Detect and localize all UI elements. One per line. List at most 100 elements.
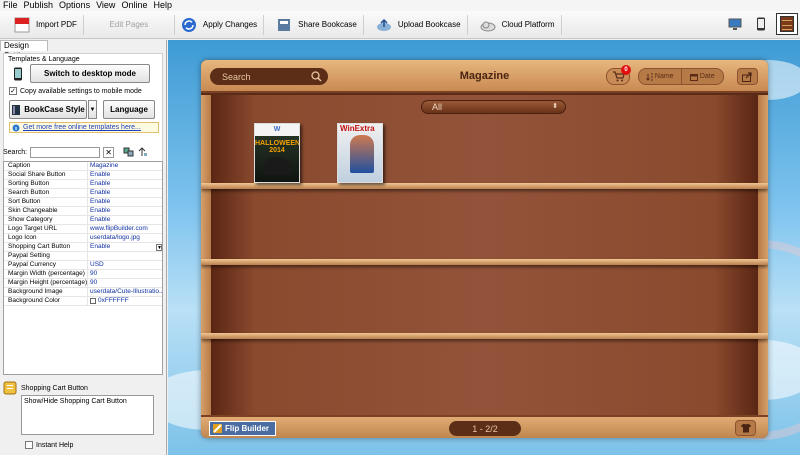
templates-language-group: Templates & Language Switch to desktop m… [3, 53, 163, 178]
import-pdf-button[interactable]: Import PDF [0, 13, 83, 37]
copy-settings-checkbox[interactable]: ✓ Copy available settings to mobile mode [9, 87, 142, 95]
prop-key: Sort Button [4, 198, 88, 206]
prop-row[interactable]: Background Image userdata/Cute-Illustrati… [4, 288, 162, 297]
category-select[interactable]: All ⬍ [421, 100, 566, 114]
apply-changes-button[interactable]: Apply Changes [175, 13, 263, 37]
prop-row[interactable]: Paypal Currency USD [4, 261, 162, 270]
prop-value[interactable]: Enable [88, 189, 162, 197]
prop-row[interactable]: Shopping Cart Button Enable ▼ [4, 243, 162, 252]
prop-value[interactable]: www.flipBuilder.com [88, 225, 162, 233]
book-cover[interactable]: W HALLOWEEN 2014 [254, 123, 300, 183]
search-icon[interactable] [311, 71, 322, 82]
switch-to-desktop-button[interactable]: Switch to desktop mode [14, 64, 150, 83]
prop-value[interactable]: userdata/Cute-Illustratio... [88, 288, 162, 296]
shelf [201, 183, 768, 189]
share-button[interactable] [737, 68, 758, 85]
prop-value[interactable]: 90 [88, 279, 162, 287]
clear-search-button[interactable]: ✕ [103, 146, 115, 158]
expand-all-icon[interactable] [123, 147, 134, 157]
phone-icon [757, 17, 765, 31]
menu-options[interactable]: Options [56, 0, 93, 11]
bookcase: Magazine Search 0 Name Date All ⬍ W HALL… [201, 60, 768, 438]
flip-builder-logo[interactable]: Flip Builder [209, 421, 276, 436]
prop-row[interactable]: Social Share Button Enable [4, 171, 162, 180]
cloud-icon [480, 21, 496, 31]
edit-pages-button[interactable]: Edit Pages [84, 13, 174, 37]
prop-value[interactable]: Enable [88, 198, 162, 206]
book-icon [12, 104, 21, 115]
prop-row[interactable]: Logo Icon userdata/logo.jpg [4, 234, 162, 243]
prop-value[interactable]: Enable [88, 207, 162, 215]
more-templates-link[interactable]: Get more free online templates here... [23, 124, 141, 131]
bookcase-style-dropdown[interactable]: ▼ [88, 100, 97, 119]
prop-row[interactable]: Caption Magazine [4, 162, 162, 171]
bookcase-mode-button[interactable] [776, 13, 798, 35]
prop-value[interactable]: userdata/logo.jpg [88, 234, 162, 242]
menu-file[interactable]: File [0, 0, 21, 11]
prop-value[interactable]: Enable [88, 180, 162, 188]
menu-view[interactable]: View [93, 0, 118, 11]
tab-design-settings[interactable]: Design Settings [0, 40, 48, 60]
prop-value[interactable] [88, 252, 162, 260]
bookcase-preview: Magazine Search 0 Name Date All ⬍ W HALL… [168, 40, 800, 455]
prop-row[interactable]: Margin Width (percentage) 90 [4, 270, 162, 279]
prop-key: Shopping Cart Button [4, 243, 88, 251]
property-grid: Caption Magazine Social Share Button Enabl… [3, 161, 163, 375]
upload-bookcase-button[interactable]: Upload Bookcase [364, 13, 467, 37]
bookcase-style-button[interactable]: BookCase Style [9, 100, 87, 119]
prop-value[interactable]: Enable [88, 216, 162, 224]
prop-key: Skin Changeable [4, 207, 88, 215]
prop-value[interactable]: Magazine [88, 162, 162, 170]
instant-help-checkbox[interactable]: Instant Help [25, 441, 73, 449]
prop-value-color[interactable]: 0xFFFFFF [88, 297, 162, 305]
prop-row[interactable]: Margin Height (percentage) 90 [4, 279, 162, 288]
checkbox-box: ✓ [9, 87, 17, 95]
prop-key: Background Color [4, 297, 88, 305]
checkbox-box [25, 441, 33, 449]
cloud-platform-button[interactable]: Cloud Platform [468, 13, 561, 37]
sort-by-date-button[interactable]: Date [682, 69, 724, 84]
prop-value[interactable]: Enable [88, 171, 162, 179]
color-swatch[interactable] [90, 298, 96, 304]
menu-publish[interactable]: Publish [21, 0, 57, 11]
page-indicator[interactable]: 1 - 2/2 [449, 421, 521, 436]
desktop-mode-button[interactable] [724, 13, 746, 35]
import-pdf-label: Import PDF [36, 20, 77, 29]
bookcase-side-right [758, 95, 768, 415]
prop-value[interactable]: USD [88, 261, 162, 269]
prop-value[interactable]: 90 [88, 270, 162, 278]
prop-row[interactable]: Sort Button Enable [4, 198, 162, 207]
menu-online[interactable]: Online [118, 0, 150, 11]
prop-row[interactable]: Search Button Enable [4, 189, 162, 198]
prop-value-select[interactable]: Enable ▼ [88, 243, 162, 251]
prop-row[interactable]: Show Category Enable [4, 216, 162, 225]
sort-by-name-button[interactable]: Name [639, 69, 682, 84]
prop-row[interactable]: Logo Target URL www.flipBuilder.com [4, 225, 162, 234]
prop-row[interactable]: Skin Changeable Enable [4, 207, 162, 216]
book-cover-title: HALLOWEEN 2014 [255, 140, 300, 154]
bookcase-search-input[interactable]: Search [210, 68, 328, 85]
book-cover[interactable]: WinExtra [337, 123, 383, 183]
view-mode-group [724, 13, 798, 35]
sort-button-group: Name Date [638, 68, 724, 85]
share-icon [278, 18, 291, 31]
collapse-all-icon[interactable] [137, 147, 148, 157]
bookcase-side-left [201, 95, 211, 415]
copy-settings-label: Copy available settings to mobile mode [20, 87, 142, 95]
toolbar-separator [560, 14, 562, 35]
dropdown-arrow-icon: ▼ [89, 106, 96, 113]
skin-change-button[interactable] [735, 420, 756, 436]
logo-text: Flip Builder [225, 424, 269, 433]
prop-row[interactable]: Sorting Button Enable [4, 180, 162, 189]
share-bookcase-button[interactable]: Share Bookcase [264, 13, 363, 37]
book-cover-illustration [350, 135, 374, 173]
dropdown-arrow-icon[interactable]: ▼ [156, 243, 162, 251]
language-button[interactable]: Language [103, 100, 155, 119]
menu-help[interactable]: Help [150, 0, 175, 11]
property-search-input[interactable] [30, 146, 101, 158]
prop-row[interactable]: Paypal Setting [4, 252, 162, 261]
prop-row[interactable]: Background Color 0xFFFFFF [4, 297, 162, 306]
mobile-mode-button[interactable] [750, 13, 772, 35]
prop-key: Social Share Button [4, 171, 88, 179]
category-value: All [432, 102, 443, 112]
